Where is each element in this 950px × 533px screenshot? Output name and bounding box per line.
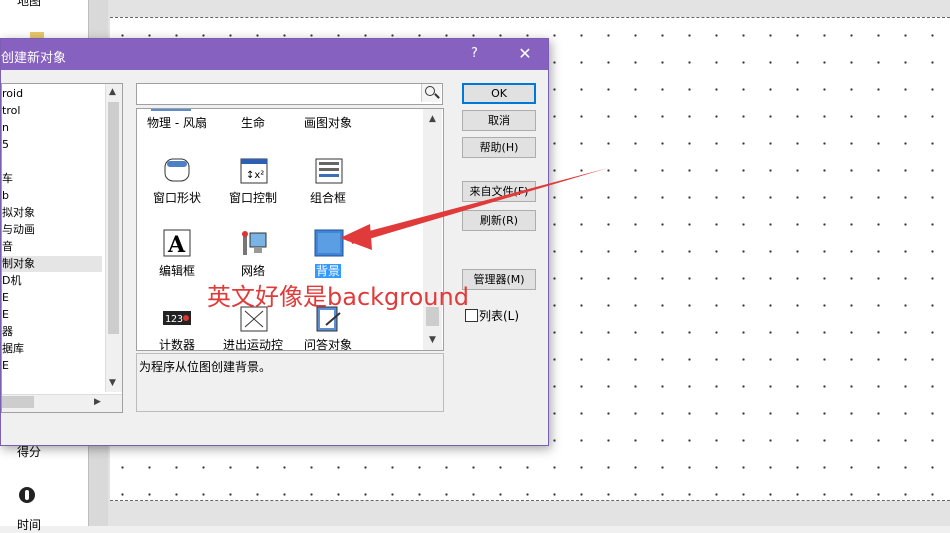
annotation-text: 英文好像是background — [207, 283, 469, 311]
annotation-arrow — [340, 168, 608, 250]
